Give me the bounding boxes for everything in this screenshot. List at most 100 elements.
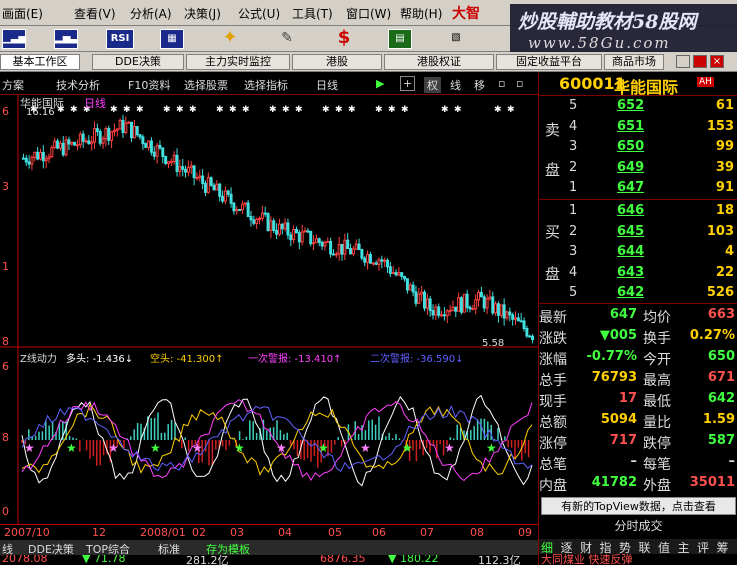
- news-item[interactable]: 大同煤业 快速反弹: [541, 554, 633, 565]
- date-label: 2007/10: [4, 526, 50, 539]
- crosshair-icon[interactable]: ✦: [218, 29, 242, 49]
- candle-body: [64, 139, 68, 156]
- fb-scheme[interactable]: 方案: [2, 77, 24, 93]
- close-icon[interactable]: ×: [710, 55, 724, 68]
- fb-f10[interactable]: F10资料: [128, 77, 170, 93]
- buy-row[interactable]: 3 644 4: [569, 244, 734, 264]
- buy-label: 买: [545, 223, 561, 241]
- fb-rights[interactable]: 权: [424, 77, 441, 93]
- candle-body: [121, 119, 125, 133]
- menu-screen[interactable]: 画面(E): [2, 5, 43, 22]
- fb-select-indicator[interactable]: 选择指标: [244, 77, 288, 93]
- candle-body: [280, 223, 284, 230]
- sell-row[interactable]: 1 647 91: [569, 180, 734, 200]
- play-icon[interactable]: ▶: [376, 77, 384, 90]
- menu-window[interactable]: 窗口(W): [346, 5, 391, 22]
- price-chart[interactable]: ✱ ✱ ✱ ✱ ✱ ✱ ✱ ✱ ✱ ✱ ✱ ✱ ✱ ✱ ✱ ✱ ✱ ✱ ✱ ✱ ✱ ✱ ✱ ✱ ✱ ✱ ★ ★ ★ ★ ★ ★ ★ ★ ★ ★ ★ ★: [0, 95, 538, 525]
- menu-decision[interactable]: 决策(J): [184, 5, 221, 22]
- news-ticker: 大同煤业 快速反弹: [539, 554, 737, 565]
- tab-basic-workspace[interactable]: 基本工作区: [0, 54, 80, 70]
- sell-row[interactable]: 3 650 99: [569, 139, 734, 159]
- tab-hk-warrants[interactable]: 港股权证: [384, 54, 494, 70]
- sell-price[interactable]: 649: [617, 160, 644, 175]
- sell-row[interactable]: 4 651 153: [569, 119, 734, 139]
- grid-icon[interactable]: ▤: [388, 29, 412, 49]
- sell-price[interactable]: 650: [617, 139, 644, 154]
- buy-volume: 526: [706, 285, 734, 300]
- candle-body: [440, 314, 444, 317]
- sell-price[interactable]: 652: [617, 98, 644, 113]
- candle-body: [81, 133, 85, 142]
- tab-main-force[interactable]: 主力实时监控: [186, 54, 290, 70]
- candle-body: [368, 254, 372, 264]
- kline-icon[interactable]: ▂▅▃: [54, 29, 78, 49]
- buy-price[interactable]: 645: [617, 224, 644, 239]
- tab-dde-decision[interactable]: DDE决策: [92, 54, 184, 70]
- topview-notice[interactable]: 有新的TopView数据，点击查看: [541, 497, 736, 515]
- sell-price[interactable]: 651: [617, 119, 644, 134]
- candle-body: [422, 291, 426, 309]
- signal-marker: ✱: [216, 105, 224, 115]
- quote-tabs: 细逐财指势联值主评筹: [539, 539, 737, 555]
- buy-volume: 103: [706, 223, 734, 239]
- menu-formula[interactable]: 公式(U): [238, 5, 280, 22]
- chart-icon[interactable]: ▁▃▅: [2, 29, 26, 49]
- add-icon[interactable]: +: [400, 76, 416, 91]
- candle-body: [58, 142, 62, 149]
- candle-body: [331, 253, 335, 256]
- buy-row[interactable]: 5 642 526: [569, 285, 734, 305]
- buy-price[interactable]: 643: [617, 265, 644, 280]
- menu-view[interactable]: 查看(V): [74, 5, 116, 22]
- menu-analysis[interactable]: 分析(A): [130, 5, 172, 22]
- cross-marker: ★: [402, 441, 413, 455]
- minimize-icon[interactable]: [676, 55, 690, 68]
- index-change: ▼ 180.22: [388, 555, 439, 565]
- ruler-icon[interactable]: ✎: [275, 29, 299, 49]
- level-index: 2: [569, 159, 578, 175]
- candle-body: [41, 151, 45, 162]
- candle-body: [101, 138, 105, 144]
- fb-technical[interactable]: 技术分析: [56, 77, 100, 93]
- pattern-icon[interactable]: ▧: [444, 29, 468, 49]
- buy-price[interactable]: 644: [617, 244, 644, 259]
- tab-hk-stocks[interactable]: 港股: [292, 54, 382, 70]
- stat-label: 涨跌: [539, 331, 567, 347]
- signal-marker: ✱: [269, 105, 277, 115]
- sell-row[interactable]: 2 649 39: [569, 160, 734, 180]
- buy-row[interactable]: 2 645 103: [569, 224, 734, 244]
- candle-body: [212, 184, 216, 191]
- cross-marker: ★: [486, 441, 497, 455]
- rsi-button[interactable]: RSI: [106, 29, 134, 49]
- signal-marker: ✱: [375, 105, 383, 115]
- level-index: 1: [569, 180, 578, 195]
- candle-body: [166, 161, 170, 164]
- candle-body: [67, 139, 71, 145]
- buy-row[interactable]: 4 643 22: [569, 265, 734, 285]
- function-bar: 方案 技术分析 F10资料 选择股票 选择指标 日线 ▶ + 权 线 移 ▫ ▫: [0, 73, 538, 95]
- candle-body: [235, 208, 239, 212]
- menu-tools[interactable]: 工具(T): [292, 5, 333, 22]
- candle-body: [417, 293, 421, 304]
- table-icon[interactable]: ▦: [160, 29, 184, 49]
- candle-body: [408, 284, 412, 291]
- fb-select-stock[interactable]: 选择股票: [184, 77, 228, 93]
- tab-fixed-income[interactable]: 固定收益平台: [496, 54, 602, 70]
- tab-commodities[interactable]: 商品市场: [604, 54, 664, 70]
- quote-header: 600011 华能国际 AH: [539, 73, 737, 97]
- fb-move[interactable]: 移: [474, 77, 485, 93]
- candle-body: [349, 248, 353, 255]
- sell-price[interactable]: 647: [617, 180, 644, 195]
- zoom-icon[interactable]: ▫: [498, 77, 505, 90]
- fb-daily[interactable]: 日线: [316, 77, 338, 93]
- candle-body: [334, 253, 338, 256]
- buy-price[interactable]: 642: [617, 285, 644, 300]
- menu-help[interactable]: 帮助(H): [400, 5, 442, 22]
- candle-body: [249, 216, 253, 221]
- sell-row[interactable]: 5 652 61: [569, 98, 734, 118]
- buy-row[interactable]: 1 646 18: [569, 203, 734, 223]
- dollar-icon[interactable]: $: [332, 29, 356, 49]
- expand-icon[interactable]: ▫: [516, 77, 523, 90]
- restore-icon[interactable]: [693, 55, 707, 68]
- buy-price[interactable]: 646: [617, 203, 644, 218]
- fb-line[interactable]: 线: [450, 77, 461, 93]
